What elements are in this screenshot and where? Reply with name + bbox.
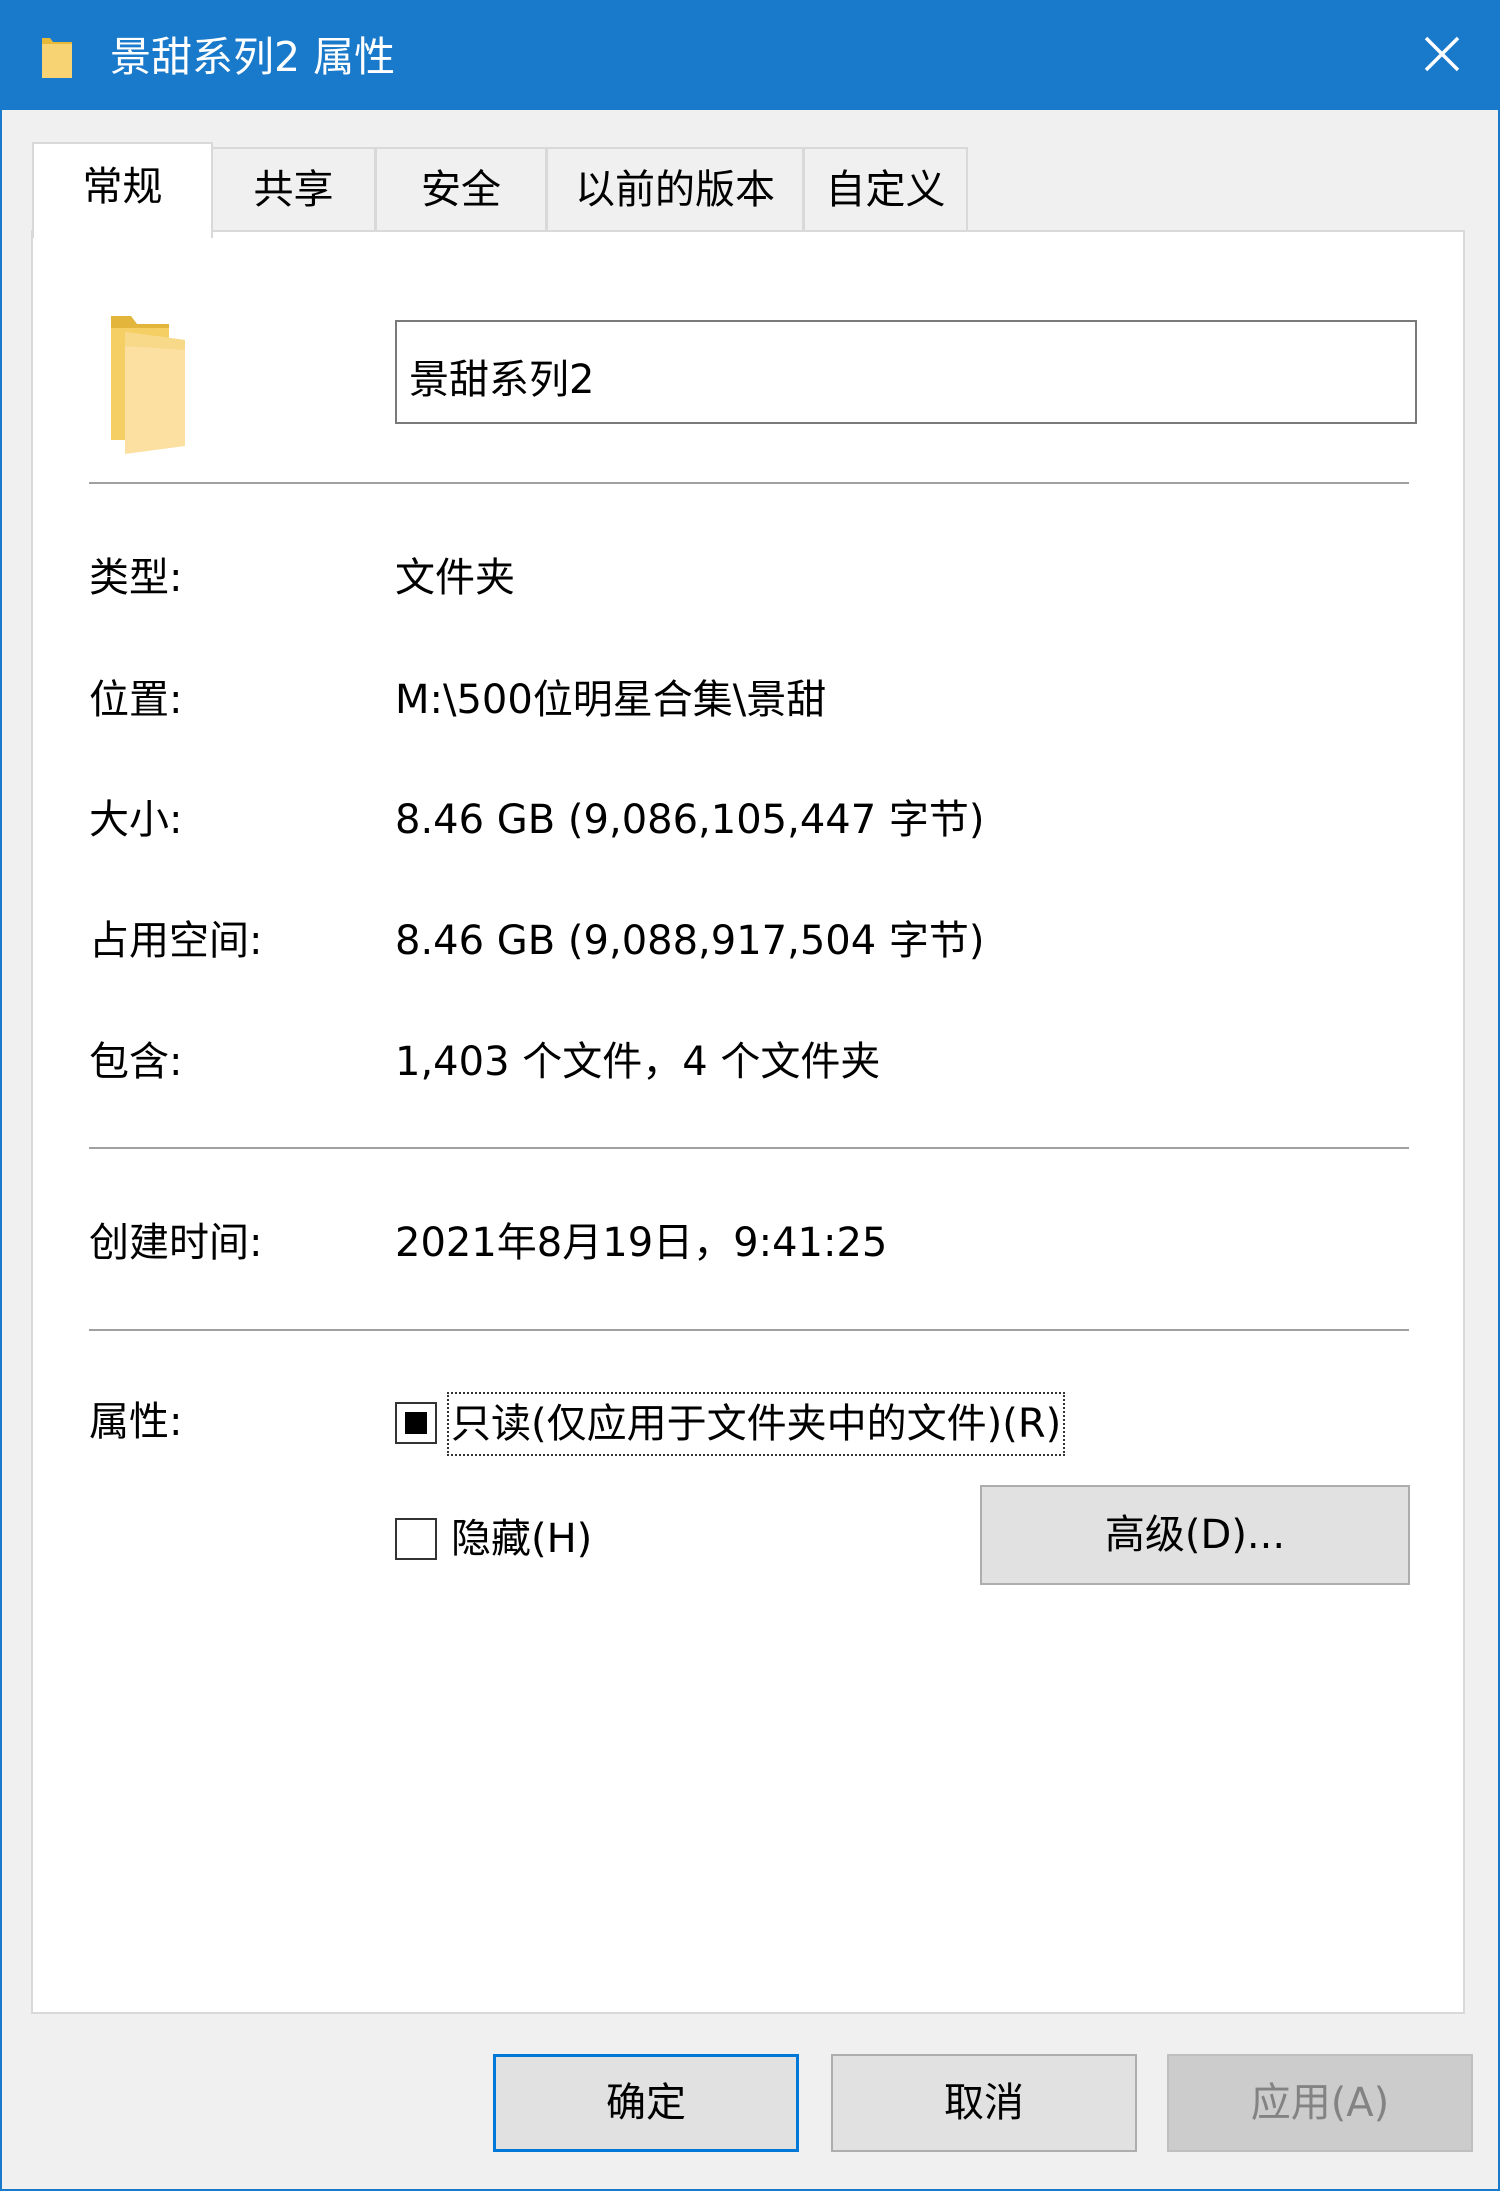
type-label: 类型:	[89, 555, 183, 601]
close-icon	[1422, 34, 1462, 78]
folder-icon	[40, 34, 74, 80]
contains-value: 1,403 个文件，4 个文件夹	[395, 1039, 881, 1085]
type-value: 文件夹	[395, 555, 515, 601]
general-tab-panel: 类型: 文件夹 位置: M:\500位明星合集\景甜 大小: 8.46 GB (…	[31, 230, 1465, 2014]
advanced-button[interactable]: 高级(D)...	[980, 1485, 1410, 1585]
attributes-label: 属性:	[89, 1399, 183, 1445]
apply-button[interactable]: 应用(A)	[1167, 2054, 1473, 2152]
disk-size-label: 占用空间:	[89, 918, 263, 964]
created-value: 2021年8月19日，9:41:25	[395, 1220, 888, 1266]
title-bar: 景甜系列2 属性	[2, 2, 1498, 110]
cancel-button[interactable]: 取消	[831, 2054, 1137, 2152]
tab-sharing[interactable]: 共享	[211, 147, 376, 231]
created-label: 创建时间:	[89, 1220, 263, 1266]
indeterminate-mark	[405, 1412, 427, 1434]
folder-name-input[interactable]	[395, 320, 1417, 424]
close-button[interactable]	[1386, 2, 1498, 110]
hidden-checkbox[interactable]	[395, 1518, 437, 1560]
size-value: 8.46 GB (9,086,105,447 字节)	[395, 797, 985, 843]
tab-security[interactable]: 安全	[375, 147, 547, 231]
divider	[89, 482, 1409, 484]
contains-label: 包含:	[89, 1039, 183, 1085]
tab-general[interactable]: 常规	[32, 142, 213, 238]
divider	[89, 1329, 1409, 1331]
ok-button[interactable]: 确定	[493, 2054, 799, 2152]
divider	[89, 1147, 1409, 1149]
size-label: 大小:	[89, 797, 183, 843]
tab-previous-versions[interactable]: 以前的版本	[546, 147, 804, 231]
properties-dialog: 景甜系列2 属性 常规 共享 安全 以前的版本 自定义 类型: 文件夹	[0, 0, 1500, 2191]
readonly-label[interactable]: 只读(仅应用于文件夹中的文件)(R)	[446, 1392, 1066, 1456]
location-value: M:\500位明星合集\景甜	[395, 677, 827, 723]
tab-customize[interactable]: 自定义	[803, 147, 968, 231]
window-title: 景甜系列2 属性	[110, 33, 396, 81]
location-label: 位置:	[89, 677, 183, 723]
hidden-label[interactable]: 隐藏(H)	[451, 1511, 592, 1567]
folder-icon	[107, 310, 189, 454]
disk-size-value: 8.46 GB (9,088,917,504 字节)	[395, 918, 985, 964]
readonly-checkbox[interactable]	[395, 1402, 437, 1444]
